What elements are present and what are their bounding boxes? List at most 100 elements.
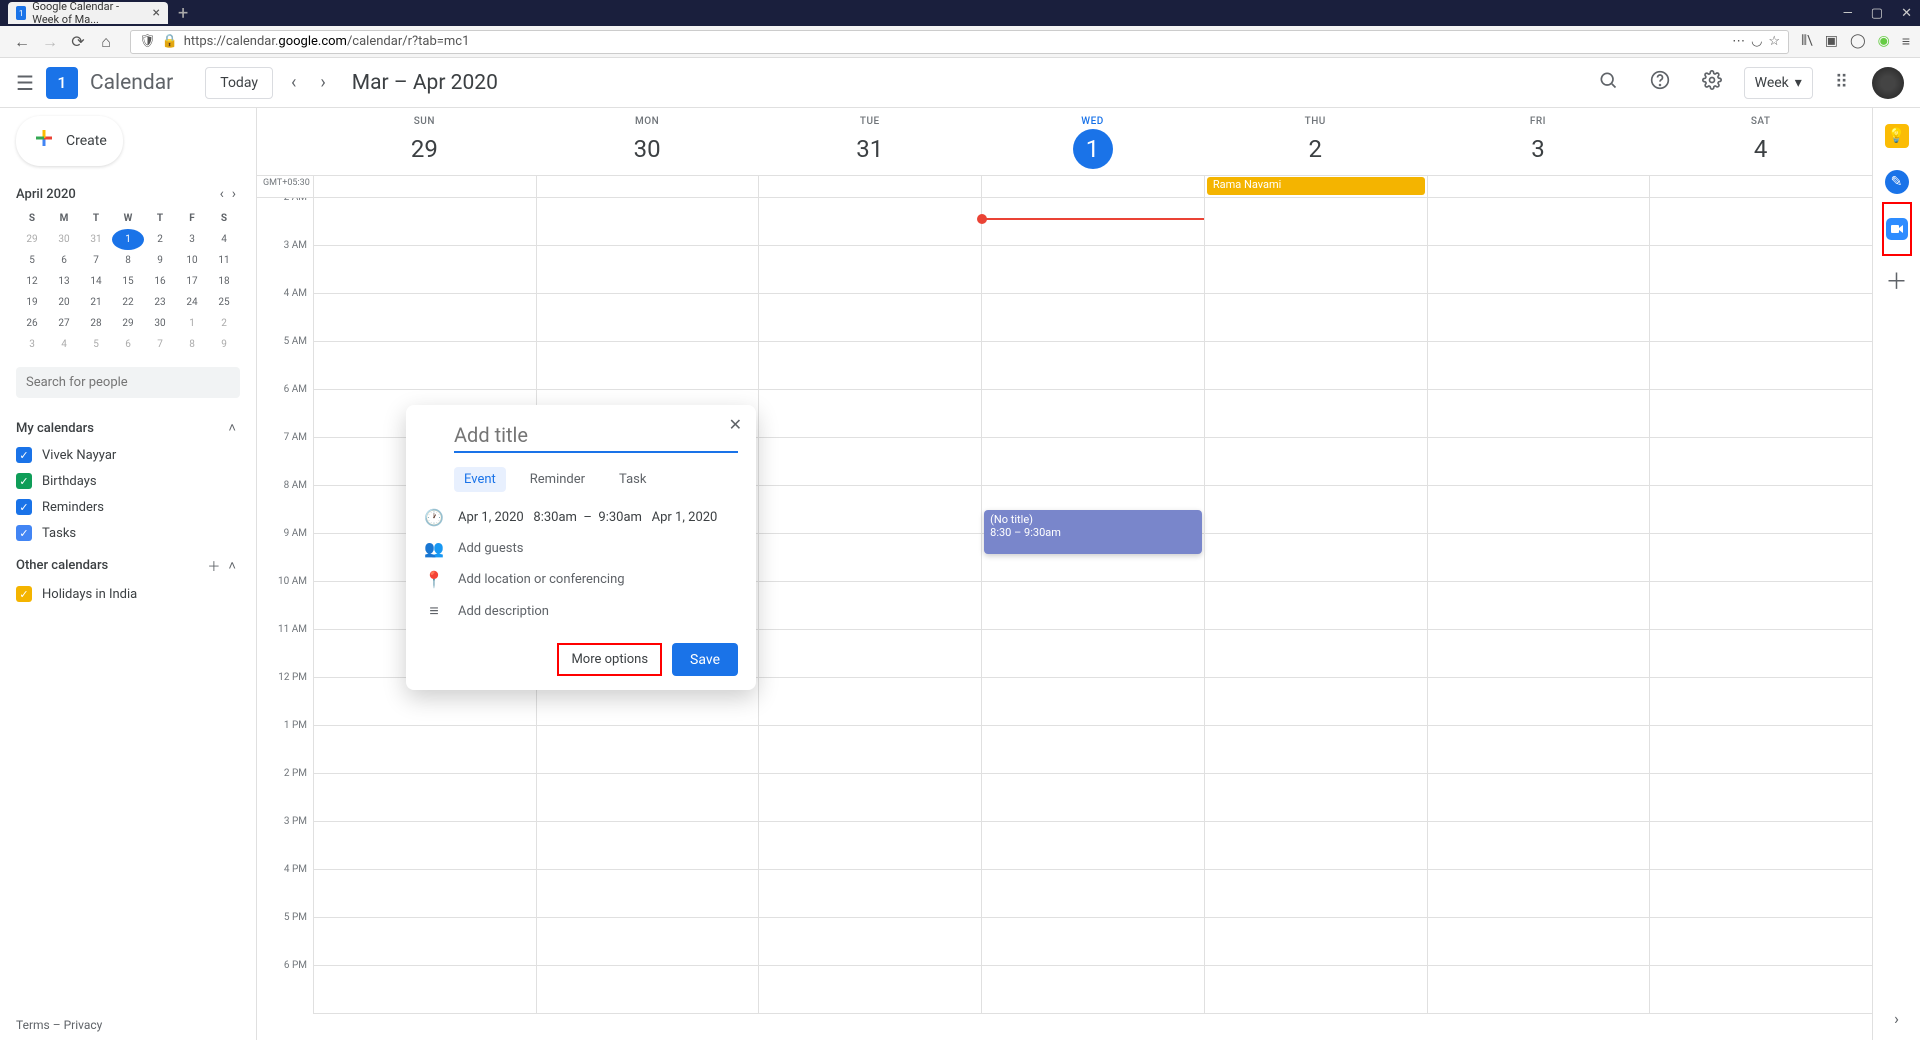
view-selector[interactable]: Week ▾: [1744, 67, 1813, 99]
mini-day[interactable]: 25: [208, 292, 240, 313]
terms-link[interactable]: Terms: [16, 1018, 50, 1032]
mini-day[interactable]: 28: [80, 313, 112, 334]
day-column[interactable]: (No title)8:30 – 9:30am: [981, 198, 1204, 1014]
window-close-icon[interactable]: ✕: [1901, 6, 1912, 21]
calendar-item[interactable]: ✓Tasks: [16, 520, 240, 546]
mini-day[interactable]: 15: [112, 271, 144, 292]
search-icon[interactable]: [1588, 70, 1628, 95]
allday-event[interactable]: Rama Navami: [1207, 177, 1425, 195]
mini-day[interactable]: 17: [176, 271, 208, 292]
main-menu-icon[interactable]: ☰: [16, 71, 34, 95]
mini-day[interactable]: 9: [208, 334, 240, 355]
day-header[interactable]: FRI3: [1427, 108, 1650, 175]
window-minimize-icon[interactable]: —: [1843, 6, 1853, 21]
calendar-checkbox[interactable]: ✓: [16, 473, 32, 489]
shield-icon[interactable]: 🛡: [139, 34, 156, 49]
day-number[interactable]: 29: [404, 129, 444, 169]
day-column[interactable]: [1427, 198, 1650, 1014]
mini-next-icon[interactable]: ›: [228, 186, 240, 202]
prev-week-icon[interactable]: ‹: [285, 72, 302, 93]
day-number[interactable]: 31: [850, 129, 890, 169]
next-week-icon[interactable]: ›: [314, 72, 331, 93]
collapse-panel-icon[interactable]: ›: [1894, 1009, 1899, 1028]
sidebar-toggle-icon[interactable]: ▣: [1825, 33, 1838, 50]
privacy-link[interactable]: Privacy: [64, 1018, 103, 1032]
star-icon[interactable]: ☆: [1768, 34, 1780, 49]
dialog-close-icon[interactable]: ✕: [729, 415, 742, 434]
mini-day[interactable]: 3: [176, 229, 208, 250]
day-number[interactable]: 1: [1073, 129, 1113, 169]
day-header[interactable]: MON30: [536, 108, 759, 175]
nav-reload-icon[interactable]: ⟳: [66, 30, 90, 54]
mini-day[interactable]: 30: [144, 313, 176, 334]
calendar-checkbox[interactable]: ✓: [16, 586, 32, 602]
ellipsis-icon[interactable]: ⋯: [1732, 34, 1745, 49]
apps-grid-icon[interactable]: ⠿: [1835, 72, 1848, 93]
calendar-checkbox[interactable]: ✓: [16, 525, 32, 541]
day-header[interactable]: SUN29: [313, 108, 536, 175]
mini-day[interactable]: 1: [112, 229, 144, 250]
day-header[interactable]: SAT4: [1649, 108, 1872, 175]
search-people-input[interactable]: [16, 367, 240, 398]
menu-icon[interactable]: ≡: [1902, 33, 1910, 50]
tab-event[interactable]: Event: [454, 467, 506, 492]
add-calendar-icon[interactable]: ＋: [203, 556, 224, 575]
event-title-input[interactable]: [454, 419, 738, 453]
account-icon[interactable]: ◯: [1850, 33, 1866, 50]
tasks-icon[interactable]: ✎: [1885, 170, 1909, 194]
mini-day[interactable]: 22: [112, 292, 144, 313]
day-number[interactable]: 2: [1295, 129, 1335, 169]
mini-day[interactable]: 2: [208, 313, 240, 334]
mini-day[interactable]: 29: [112, 313, 144, 334]
add-addon-icon[interactable]: ＋: [1885, 264, 1907, 296]
new-tab-button[interactable]: +: [178, 3, 188, 24]
add-location-row[interactable]: 📍 Add location or conferencing: [424, 564, 738, 595]
day-column[interactable]: [1204, 198, 1427, 1014]
mini-day[interactable]: 16: [144, 271, 176, 292]
nav-home-icon[interactable]: ⌂: [94, 30, 118, 54]
day-header[interactable]: WED1: [981, 108, 1204, 175]
zoom-icon[interactable]: [1886, 218, 1908, 240]
browser-tab[interactable]: 1 Google Calendar - Week of Ma... ×: [8, 2, 168, 24]
day-number[interactable]: 4: [1741, 129, 1781, 169]
mini-day[interactable]: 9: [144, 250, 176, 271]
mini-day[interactable]: 7: [144, 334, 176, 355]
chevron-up-icon[interactable]: ˄: [224, 558, 240, 574]
mini-day[interactable]: 27: [48, 313, 80, 334]
today-button[interactable]: Today: [205, 67, 273, 99]
mini-day[interactable]: 8: [112, 250, 144, 271]
mini-day[interactable]: 6: [48, 250, 80, 271]
mini-day[interactable]: 6: [112, 334, 144, 355]
tab-close-icon[interactable]: ×: [153, 5, 160, 21]
help-icon[interactable]: [1640, 70, 1680, 95]
calendar-item[interactable]: ✓Holidays in India: [16, 581, 240, 607]
mini-day[interactable]: 1: [176, 313, 208, 334]
mini-day[interactable]: 4: [48, 334, 80, 355]
my-calendars-header[interactable]: My calendars ˄: [16, 420, 240, 436]
calendar-item[interactable]: ✓Vivek Nayyar: [16, 442, 240, 468]
add-guests-row[interactable]: 👥 Add guests: [424, 533, 738, 564]
tab-task[interactable]: Task: [609, 467, 656, 492]
save-button[interactable]: Save: [672, 643, 738, 676]
event-time-text[interactable]: Apr 1, 2020 8:30am – 9:30am Apr 1, 2020: [458, 510, 738, 525]
mini-day[interactable]: 19: [16, 292, 48, 313]
mini-day[interactable]: 30: [48, 229, 80, 250]
mini-day[interactable]: 4: [208, 229, 240, 250]
mini-day[interactable]: 13: [48, 271, 80, 292]
mini-prev-icon[interactable]: ‹: [216, 186, 228, 202]
calendar-checkbox[interactable]: ✓: [16, 499, 32, 515]
mini-day[interactable]: 23: [144, 292, 176, 313]
mini-day[interactable]: 5: [80, 334, 112, 355]
day-number[interactable]: 30: [627, 129, 667, 169]
mini-day[interactable]: 2: [144, 229, 176, 250]
mini-day[interactable]: 5: [16, 250, 48, 271]
day-header[interactable]: TUE31: [758, 108, 981, 175]
day-header[interactable]: THU2: [1204, 108, 1427, 175]
chevron-up-icon[interactable]: ˄: [224, 420, 240, 436]
day-column[interactable]: [758, 198, 981, 1014]
library-icon[interactable]: ⫴\: [1801, 33, 1813, 50]
mini-day[interactable]: 14: [80, 271, 112, 292]
calendar-checkbox[interactable]: ✓: [16, 447, 32, 463]
create-button[interactable]: Create: [16, 116, 123, 166]
calendar-item[interactable]: ✓Birthdays: [16, 468, 240, 494]
